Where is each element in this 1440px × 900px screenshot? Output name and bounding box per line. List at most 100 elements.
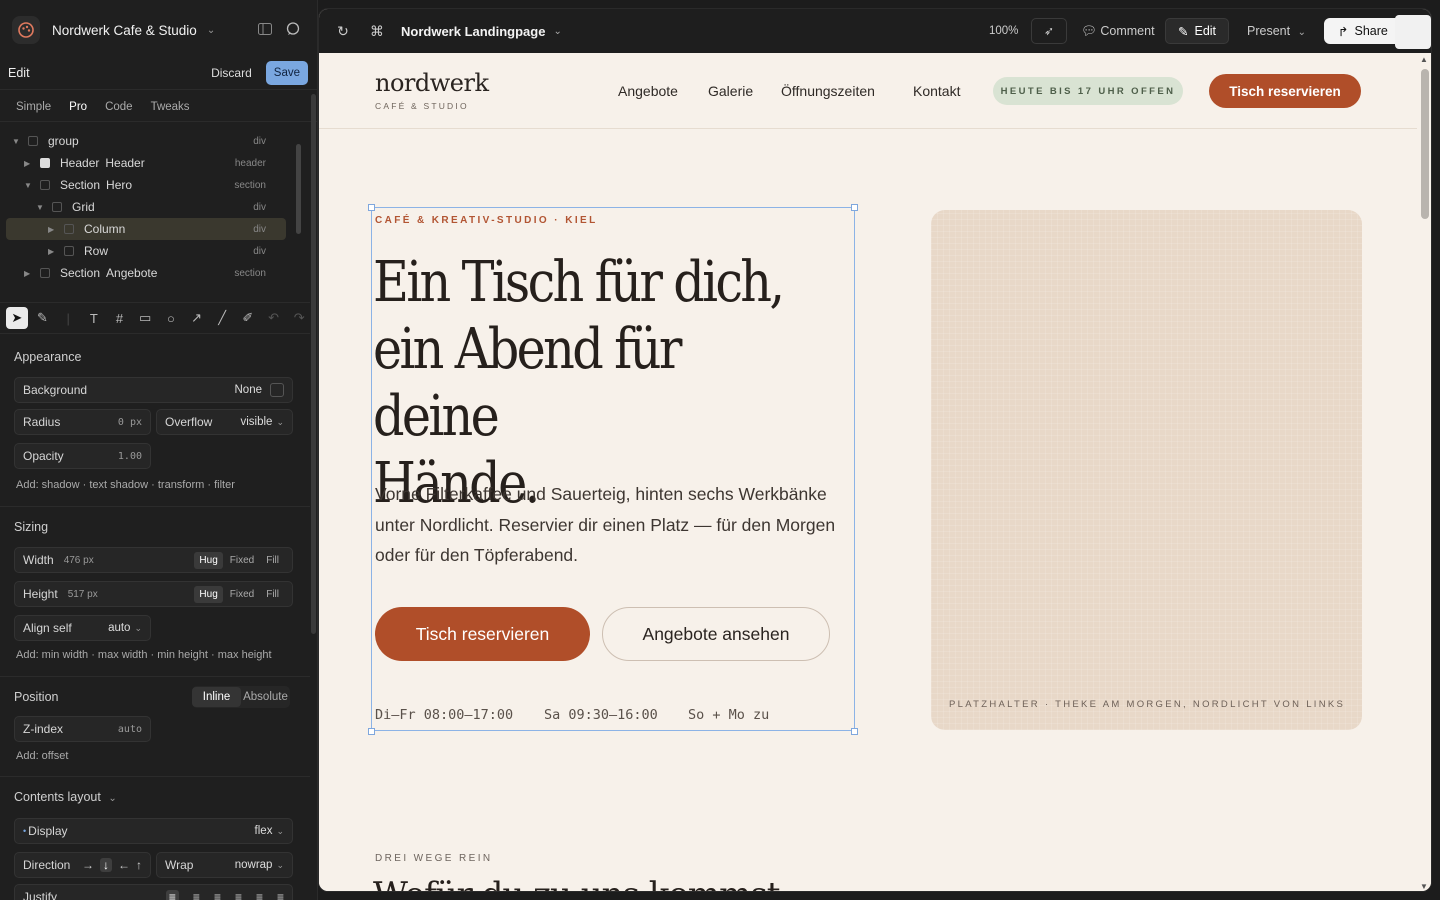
layer-row-header[interactable]: ▶ Header Header header — [6, 152, 286, 174]
justify-between-icon[interactable]: ≡ — [235, 890, 242, 900]
comment-button[interactable]: 💬︎ Comment — [1081, 24, 1155, 39]
text-tool-icon[interactable]: T — [83, 307, 105, 329]
resize-handle-tl[interactable] — [368, 204, 375, 211]
hug-option[interactable]: Hug — [194, 551, 223, 569]
appearance-add-line[interactable]: Add: shadow · text shadow · transform · … — [16, 479, 235, 491]
position-add-line[interactable]: Add: offset — [16, 750, 68, 762]
resize-handle-br[interactable] — [851, 728, 858, 735]
layer-row-grid[interactable]: ▼ Grid div — [6, 196, 286, 218]
chevron-down-icon[interactable]: ▼ — [24, 181, 34, 190]
chevron-down-icon[interactable]: ▼ — [36, 203, 46, 212]
arrow-down-icon[interactable]: ↓ — [100, 858, 112, 872]
site-brand[interactable]: nordwerk CAFÉ & STUDIO — [375, 69, 489, 111]
redo-icon[interactable]: ↷ — [288, 307, 310, 329]
absolute-option[interactable]: Absolute — [241, 687, 290, 707]
width-field[interactable]: Width 476 px Hug Fixed Fill — [14, 547, 293, 573]
fill-option[interactable]: Fill — [261, 586, 284, 603]
layer-row-row[interactable]: ▶ Row div — [6, 240, 286, 262]
chevron-right-icon[interactable]: ▶ — [48, 225, 58, 234]
project-name[interactable]: Nordwerk Cafe & Studio — [52, 23, 197, 38]
present-button[interactable]: Present ⌄ — [1247, 24, 1306, 38]
sidebar-toggle-icon[interactable] — [258, 22, 272, 38]
chat-icon[interactable] — [286, 21, 300, 39]
color-swatch[interactable] — [270, 383, 284, 397]
background-field[interactable]: Background None — [14, 377, 293, 403]
share-button[interactable]: ↱ Share — [1324, 18, 1402, 44]
components-icon[interactable]: ⌘ — [367, 23, 387, 40]
fixed-option[interactable]: Fixed — [225, 552, 259, 569]
site-scrollbar[interactable]: ▲ ▼ — [1417, 53, 1431, 891]
layer-row-group[interactable]: ▼ group div — [6, 130, 286, 152]
frame-tool-icon[interactable]: # — [109, 307, 131, 329]
wrap-select[interactable]: Wrap nowrap ⌄ — [156, 852, 293, 878]
fill-option[interactable]: Fill — [261, 552, 284, 569]
layout-title[interactable]: Contents layout ⌄ — [14, 790, 117, 804]
nav-link-kontakt[interactable]: Kontakt — [913, 83, 960, 99]
direct-select-icon[interactable]: ✎ — [32, 307, 54, 329]
justify-field[interactable]: Justify ≡ ≡ ≡ ≡ ≡ ≡ — [14, 884, 293, 900]
hero-reserve-button[interactable]: Tisch reservieren — [375, 607, 590, 661]
chevron-right-icon[interactable]: ▶ — [24, 159, 34, 168]
edit-button[interactable]: ✎ Edit — [1165, 18, 1230, 44]
resize-handle-bl[interactable] — [368, 728, 375, 735]
line-tool-icon[interactable]: ╱ — [211, 307, 233, 329]
save-button[interactable]: Save — [265, 60, 308, 85]
nav-link-angebote[interactable]: Angebote — [618, 83, 678, 99]
layer-row-section-hero[interactable]: ▼ Section Hero section — [6, 174, 286, 196]
pen-tool-icon[interactable]: ✐ — [237, 307, 259, 329]
panel-scrollbar[interactable] — [310, 88, 317, 900]
tab-pro[interactable]: Pro — [69, 101, 87, 113]
ellipse-tool-icon[interactable]: ○ — [160, 307, 182, 329]
arrow-tool-icon[interactable]: ↗ — [186, 307, 208, 329]
arrow-left-icon[interactable]: ← — [118, 858, 130, 872]
chevron-down-icon[interactable]: ▼ — [12, 137, 22, 146]
avatar[interactable] — [1395, 15, 1431, 49]
chevron-down-icon[interactable]: ⌄ — [207, 25, 215, 36]
refresh-icon[interactable]: ↻ — [333, 23, 353, 40]
scroll-thumb[interactable] — [1421, 69, 1429, 219]
select-tool-icon[interactable]: ➤ — [6, 307, 28, 329]
tab-tweaks[interactable]: Tweaks — [151, 101, 190, 113]
layer-row-section-angebote[interactable]: ▶ Section Angebote section — [6, 262, 286, 284]
scroll-down-icon[interactable]: ▼ — [1420, 882, 1428, 891]
overflow-select[interactable]: Overflow visible ⌄ — [156, 409, 293, 435]
tab-code[interactable]: Code — [105, 101, 133, 113]
nav-link-galerie[interactable]: Galerie — [708, 83, 753, 99]
justify-center-icon[interactable]: ≡ — [193, 890, 200, 900]
justify-end-icon[interactable]: ≡ — [214, 890, 221, 900]
fixed-option[interactable]: Fixed — [225, 586, 259, 603]
app-logo-icon[interactable] — [12, 16, 40, 44]
direction-field[interactable]: Direction → ↓ ← ↑ — [14, 852, 151, 878]
justify-start-icon[interactable]: ≡ — [165, 890, 179, 900]
pointer-tool-icon[interactable]: ➶ — [1031, 18, 1067, 44]
resize-handle-tr[interactable] — [851, 204, 858, 211]
rectangle-tool-icon[interactable]: ▭ — [134, 307, 156, 329]
chevron-down-icon[interactable]: ⌄ — [553, 26, 561, 37]
undo-icon[interactable]: ↶ — [263, 307, 285, 329]
scroll-up-icon[interactable]: ▲ — [1420, 55, 1428, 64]
page-title[interactable]: Nordwerk Landingpage — [401, 24, 545, 39]
layer-scrollbar[interactable] — [296, 128, 302, 288]
hero-offers-button[interactable]: Angebote ansehen — [602, 607, 830, 661]
layer-row-column[interactable]: ▶ Column div — [6, 218, 286, 240]
tab-simple[interactable]: Simple — [16, 101, 51, 113]
radius-field[interactable]: Radius 0 px — [14, 409, 151, 435]
arrow-up-icon[interactable]: ↑ — [136, 858, 142, 872]
zindex-field[interactable]: Z-index auto — [14, 716, 151, 742]
opacity-field[interactable]: Opacity 1.00 — [14, 443, 151, 469]
inline-option[interactable]: Inline — [192, 687, 241, 707]
chevron-right-icon[interactable]: ▶ — [48, 247, 58, 256]
align-self-select[interactable]: Align self auto ⌄ — [14, 615, 151, 641]
justify-around-icon[interactable]: ≡ — [256, 890, 263, 900]
chevron-right-icon[interactable]: ▶ — [24, 269, 34, 278]
sizing-add-line[interactable]: Add: min width · max width · min height … — [16, 649, 272, 661]
zoom-level[interactable]: 100% — [989, 25, 1018, 37]
display-select[interactable]: • Display flex ⌄ — [14, 818, 293, 844]
discard-button[interactable]: Discard — [211, 66, 252, 80]
arrow-right-icon[interactable]: → — [82, 858, 94, 872]
nav-link-oeffnungszeiten[interactable]: Öffnungszeiten — [781, 83, 875, 99]
hug-option[interactable]: Hug — [194, 585, 223, 603]
height-field[interactable]: Height 517 px Hug Fixed Fill — [14, 581, 293, 607]
nav-reserve-button[interactable]: Tisch reservieren — [1209, 74, 1361, 108]
justify-evenly-icon[interactable]: ≡ — [277, 890, 284, 900]
